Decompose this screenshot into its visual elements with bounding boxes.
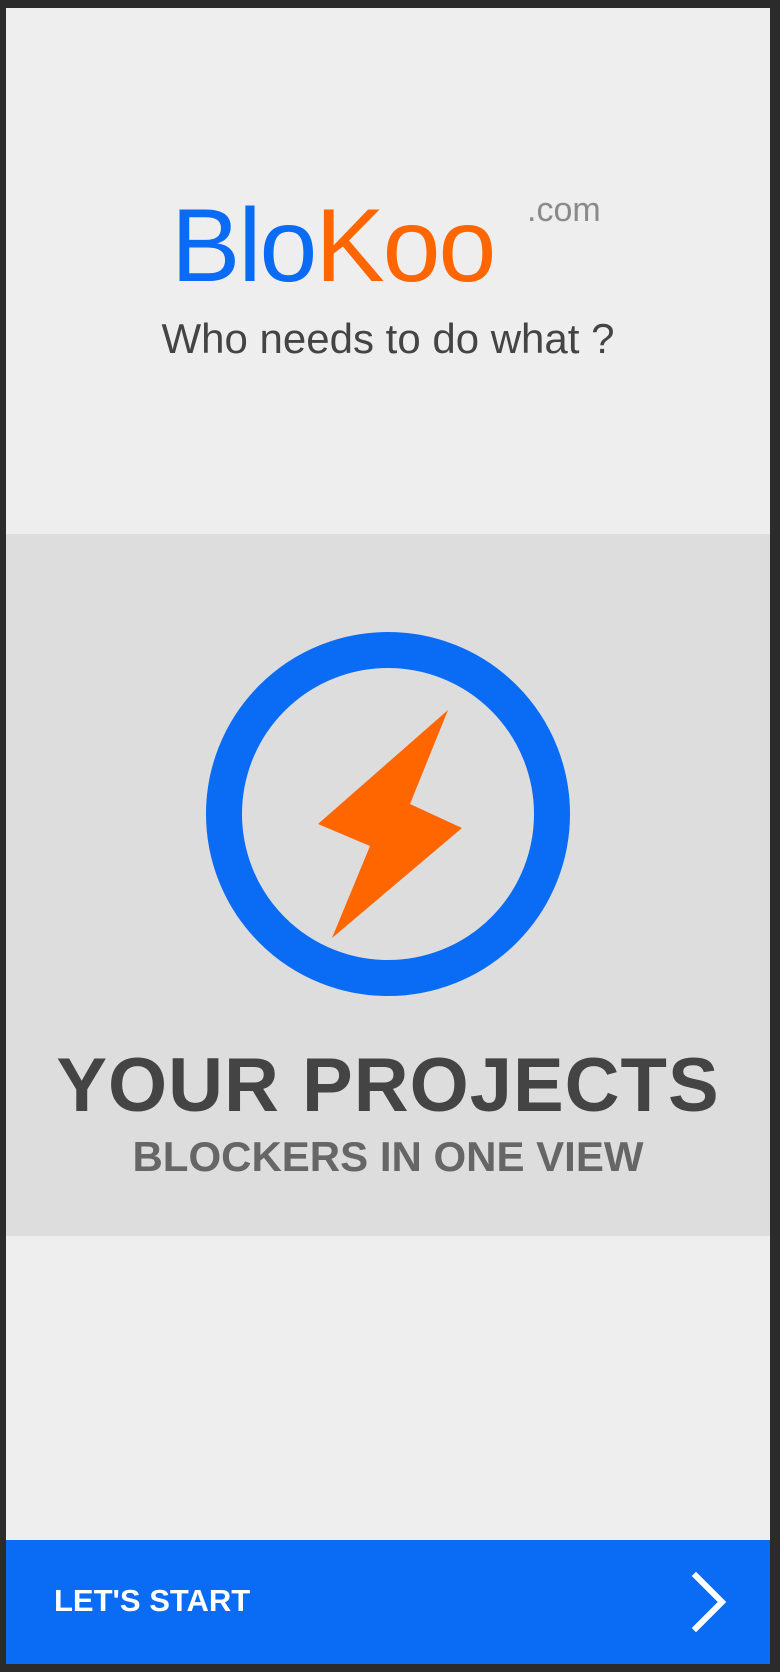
logo-blo-text: Blo [171,188,317,304]
logo-koo-text: Koo [315,188,496,304]
hero-title: YOUR PROJECTS [56,1043,720,1128]
logo-tld-text: .com [527,191,601,229]
lets-start-button[interactable]: LET'S START [6,1540,770,1664]
chevron-right-icon [691,1571,727,1633]
lightning-bolt-shape [318,710,462,938]
lightning-bolt-in-circle-icon [206,632,570,996]
header: BloKoo .com Who needs to do what ? [6,8,770,534]
app-screen: BloKoo .com Who needs to do what ? YOUR … [6,8,770,1664]
tagline: Who needs to do what ? [161,315,615,362]
lets-start-label: LET'S START [54,1583,251,1618]
hero-subtitle: BLOCKERS IN ONE VIEW [132,1133,644,1180]
logo-wordmark: BloKoo [171,186,496,306]
hero-banner: YOUR PROJECTS BLOCKERS IN ONE VIEW [6,534,770,1236]
logo: BloKoo .com [6,186,770,306]
